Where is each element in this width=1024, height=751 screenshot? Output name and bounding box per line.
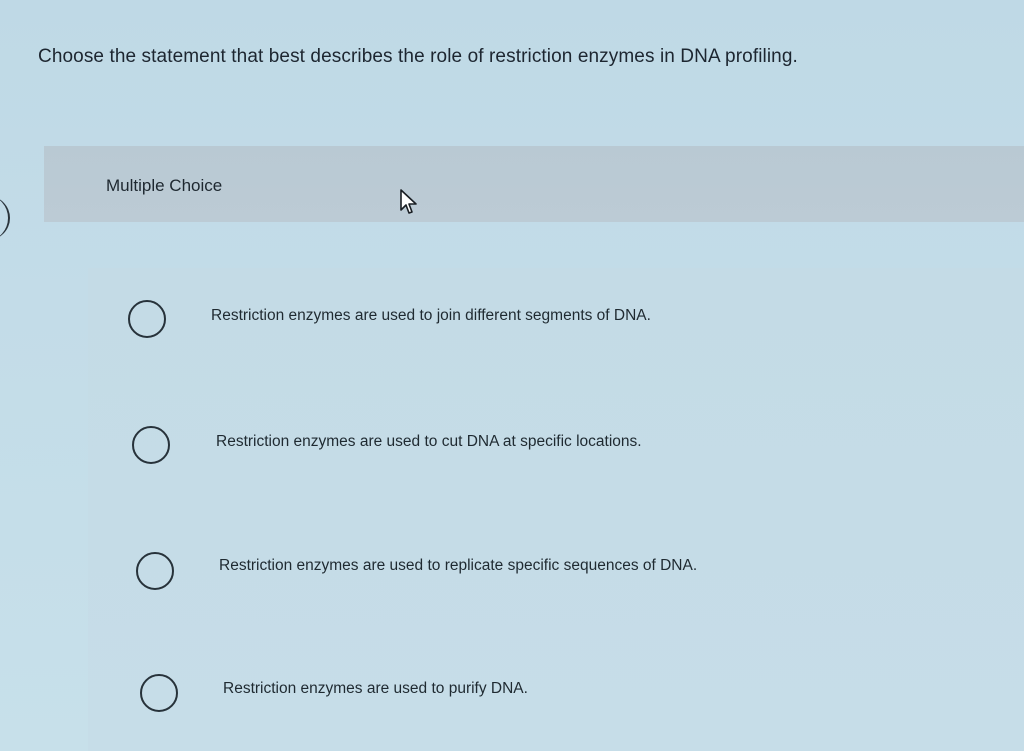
option-1[interactable]: Restriction enzymes are used to join dif… [128, 298, 808, 340]
option-4[interactable]: Restriction enzymes are used to purify D… [140, 672, 640, 714]
option-label: Restriction enzymes are used to join dif… [211, 307, 651, 324]
question-type-label: Multiple Choice [106, 176, 223, 195]
option-2[interactable]: Restriction enzymes are used to cut DNA … [132, 424, 812, 466]
option-label: Restriction enzymes are used to replicat… [219, 557, 698, 574]
left-edge-bracket [0, 196, 10, 240]
option-label: Restriction enzymes are used to purify D… [223, 680, 528, 697]
radio-unselected-icon[interactable] [132, 426, 170, 464]
question-type-header: Multiple Choice [44, 146, 1024, 222]
radio-unselected-icon[interactable] [136, 552, 174, 590]
radio-unselected-icon[interactable] [128, 300, 166, 338]
option-label: Restriction enzymes are used to cut DNA … [216, 433, 642, 450]
mouse-pointer-icon [400, 189, 417, 214]
radio-unselected-icon[interactable] [140, 674, 178, 712]
question-text: Choose the statement that best describes… [38, 46, 798, 67]
option-3[interactable]: Restriction enzymes are used to replicat… [136, 550, 836, 592]
